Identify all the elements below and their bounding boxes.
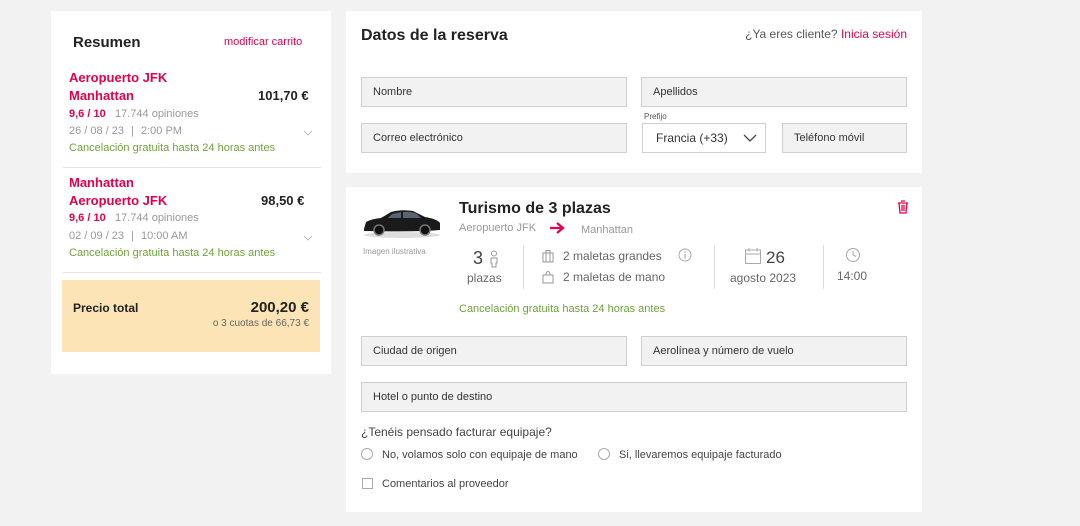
summary-item-1-time: 2:00 PM [141, 125, 182, 137]
summary-item-2-reviews: 17.744 opiniones [115, 212, 199, 224]
prefix-label: Prefijo [644, 112, 667, 121]
summary-item-1-from: Aeropuerto JFK [69, 70, 168, 85]
origin-city-field[interactable]: Ciudad de origen [361, 336, 627, 366]
trash-icon[interactable] [896, 199, 910, 215]
divider [523, 245, 524, 289]
comments-label[interactable]: Comentarios al proveedor [382, 478, 509, 490]
summary-item-2-separator: | [131, 230, 134, 242]
summary-item-1-rating: 9,6 / 10 [69, 108, 106, 120]
calendar-icon [744, 247, 762, 265]
email-field[interactable]: Correo electrónico [361, 123, 627, 153]
summary-item-2-from: Manhattan [69, 175, 134, 190]
chevron-down-icon [743, 132, 757, 147]
summary-item-2-cancel: Cancelación gratuita hasta 24 horas ante… [69, 247, 276, 259]
summary-item-1-date: 26 / 08 / 23 [69, 125, 125, 137]
clock-icon [845, 247, 861, 263]
name-field[interactable]: Nombre [361, 77, 627, 107]
login-link[interactable]: Inicia sesión [841, 27, 907, 41]
reservation-title: Datos de la reserva [361, 27, 508, 44]
handbag-icon [542, 270, 554, 284]
divider [714, 245, 715, 289]
divider [823, 245, 824, 289]
client-question: ¿Ya eres cliente? [745, 27, 838, 41]
phone-field[interactable]: Teléfono móvil [782, 123, 907, 153]
luggage-big: 2 maletas grandes [563, 249, 662, 263]
summary-item-1-separator: | [131, 125, 134, 137]
seats-label: plazas [467, 271, 502, 285]
divider [63, 167, 321, 168]
summary-item-2-rating: 9,6 / 10 [69, 212, 106, 224]
info-icon[interactable] [678, 248, 692, 262]
seats-number: 3 [473, 248, 484, 268]
surname-field[interactable]: Apellidos [641, 77, 907, 107]
divider [63, 272, 321, 273]
summary-title: Resumen [73, 34, 141, 51]
date-day: 26 [766, 248, 785, 267]
total-box: Precio total 200,20 € o 3 cuotas de 66,7… [62, 280, 320, 352]
person-icon [488, 250, 500, 268]
summary-item-1-price: 101,70 € [258, 88, 309, 103]
suitcase-icon [542, 249, 554, 263]
summary-item-2-price: 98,50 € [261, 193, 305, 208]
reservation-card: Datos de la reserva ¿Ya eres cliente? In… [346, 11, 922, 173]
car-image [361, 205, 443, 239]
summary-card: Resumen modificar carrito Aeropuerto JFK… [51, 11, 331, 374]
prefix-select[interactable]: Francia (+33) [642, 123, 766, 153]
comments-checkbox[interactable] [362, 478, 373, 489]
route-to: Manhattan [581, 224, 633, 236]
summary-item-1-reviews: 17.744 opiniones [115, 108, 199, 120]
total-label: Precio total [73, 301, 139, 315]
luggage-no-radio[interactable] [361, 448, 373, 460]
login-prompt: ¿Ya eres cliente? Inicia sesión [745, 27, 907, 41]
chevron-down-icon[interactable] [303, 230, 313, 241]
summary-item-1-cancel: Cancelación gratuita hasta 24 horas ante… [69, 142, 276, 154]
installments-text: o 3 cuotas de 66,73 € [212, 318, 309, 329]
flight-field[interactable]: Aerolínea y número de vuelo [641, 336, 907, 366]
summary-item-2-to: Aeropuerto JFK [69, 193, 168, 208]
luggage-hand: 2 maletas de mano [563, 270, 666, 284]
vehicle-card: Imagen ilustrativa Turismo de 3 plazas A… [346, 187, 922, 512]
summary-item-2-date: 02 / 09 / 23 [69, 230, 125, 242]
luggage-yes-radio[interactable] [598, 448, 610, 460]
image-caption: Imagen ilustrativa [363, 247, 426, 256]
luggage-no-label[interactable]: No, volamos solo con equipaje de mano [382, 449, 578, 461]
route-from: Aeropuerto JFK [459, 222, 537, 234]
luggage-question: ¿Tenéis pensado facturar equipaje? [361, 425, 552, 439]
pickup-time: 14:00 [837, 269, 868, 283]
luggage-yes-label[interactable]: Si, llevaremos equipaje facturado [619, 449, 782, 461]
modify-cart-link[interactable]: modificar carrito [224, 36, 302, 48]
destination-field[interactable]: Hotel o punto de destino [361, 382, 907, 412]
prefix-value: Francia (+33) [656, 131, 728, 145]
chevron-down-icon[interactable] [303, 125, 313, 136]
summary-item-2-time: 10:00 AM [141, 230, 188, 242]
total-value: 200,20 € [250, 299, 309, 316]
summary-item-1-to: Manhattan [69, 88, 134, 103]
date-month-year: agosto 2023 [730, 271, 797, 285]
arrow-right-icon [549, 221, 565, 235]
vehicle-cancel: Cancelación gratuita hasta 24 horas ante… [459, 303, 666, 315]
vehicle-title: Turismo de 3 plazas [459, 200, 611, 217]
